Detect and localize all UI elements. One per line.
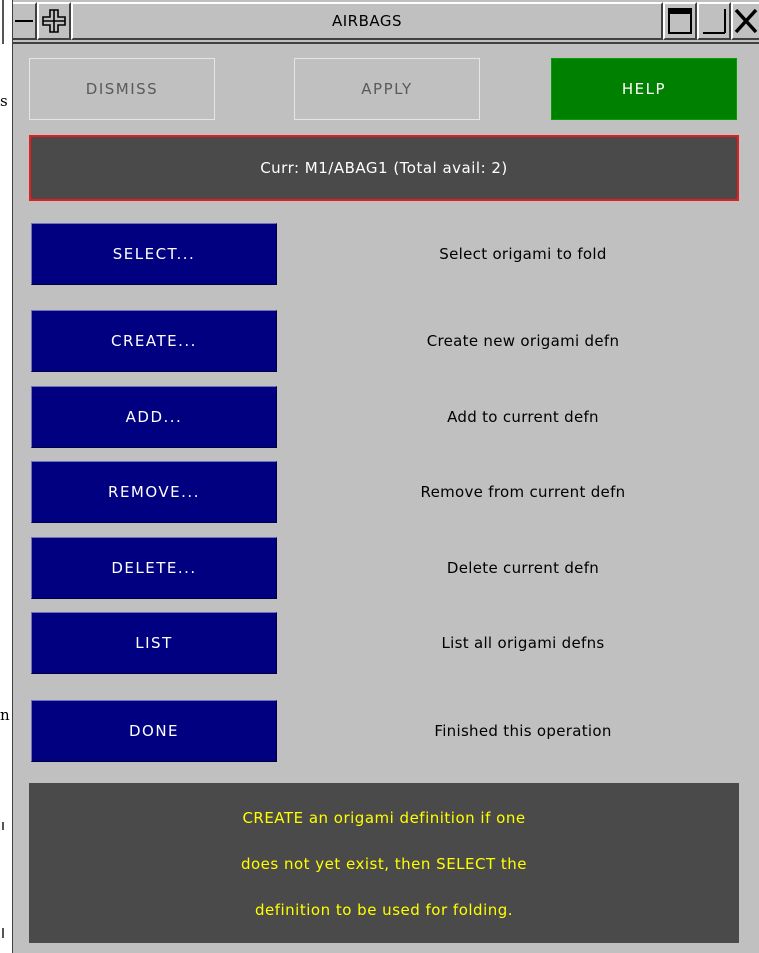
hint-panel: CREATE an origami definition if one does… [29,783,739,943]
window-title: AIRBAGS [331,12,403,30]
background-window-glyph: n [0,706,10,724]
add-button[interactable]: ADD... [31,386,277,448]
background-window-edge [2,822,4,830]
close-button[interactable] [731,2,759,40]
help-button[interactable]: HELP [551,58,737,120]
background-window-edge [2,0,4,44]
hint-line: CREATE an origami definition if one [242,809,526,827]
delete-description: Delete current defn [446,559,600,577]
dismiss-button[interactable]: DISMISS [29,58,215,120]
maximize-icon [668,8,692,34]
create-description: Create new origami defn [426,332,620,350]
done-description: Finished this operation [434,722,612,740]
hint-line: definition to be used for folding. [254,901,514,919]
current-airbag-display: Curr: M1/ABAG1 (Total avail: 2) [29,135,739,201]
window-menu-button[interactable] [13,2,37,40]
remove-button[interactable]: REMOVE... [31,461,277,523]
background-window-glyph: s [0,92,8,110]
move-button[interactable] [37,2,71,40]
done-button[interactable]: DONE [31,700,277,762]
airbags-window: AIRBAGS DISMISS APPLY HELP Curr: M1/ABAG… [12,0,759,953]
title-bar: AIRBAGS [13,0,759,44]
select-button[interactable]: SELECT... [31,223,277,285]
close-icon [734,8,758,34]
background-window-edge [2,928,4,938]
select-description: Select origami to fold [439,245,607,263]
list-button[interactable]: LIST [31,612,277,674]
minimize-button[interactable] [697,2,731,40]
apply-button[interactable]: APPLY [294,58,480,120]
delete-button[interactable]: DELETE... [31,537,277,599]
remove-description: Remove from current defn [420,483,626,501]
list-description: List all origami defns [441,634,605,652]
minimize-icon [703,9,726,34]
hint-line: does not yet exist, then SELECT the [240,855,528,873]
minus-icon [15,20,33,22]
maximize-button[interactable] [663,2,697,40]
move-cross-icon [42,9,66,33]
add-description: Add to current defn [447,408,599,426]
create-button[interactable]: CREATE... [31,310,277,372]
